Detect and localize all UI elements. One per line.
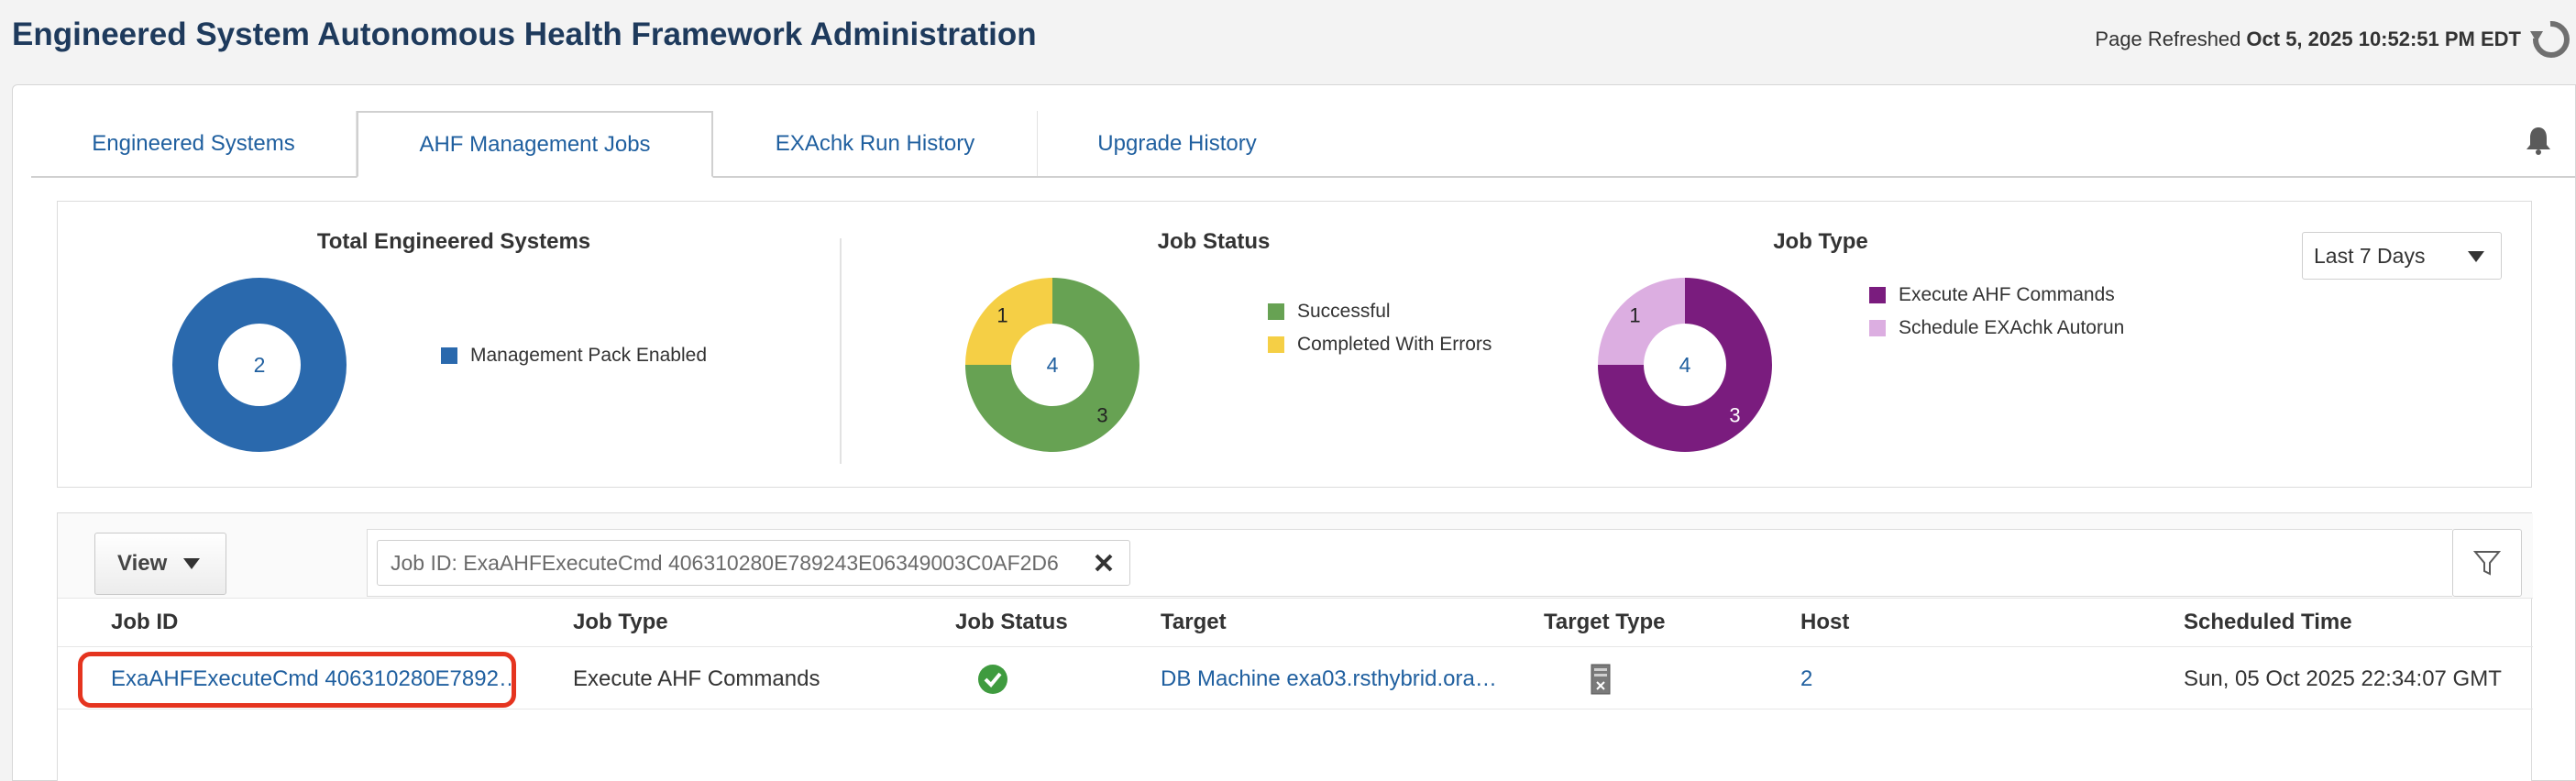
refresh-time: Oct 5, 2025 10:52:51 PM EDT — [2246, 28, 2521, 50]
job-status-donut: 3 1 4 — [965, 278, 1139, 452]
column-header-scheduled-time[interactable]: Scheduled Time — [2184, 610, 2352, 635]
legend-label: Execute AHF Commands — [1899, 284, 2115, 305]
donut-center-total: 4 — [1047, 353, 1059, 377]
column-header-job-id[interactable]: Job ID — [111, 610, 178, 635]
job-status-title: Job Status — [1157, 229, 1271, 254]
total-systems-donut: 2 — [172, 278, 347, 452]
legend-swatch — [1869, 287, 1886, 303]
job-type-donut: 3 1 4 — [1598, 278, 1772, 452]
table-toolbar: View Job ID: ExaAHFExecuteCmd 406310280E… — [58, 513, 2533, 599]
page-title: Engineered System Autonomous Health Fram… — [12, 16, 1037, 52]
host-link[interactable]: 2 — [1800, 647, 1812, 710]
view-menu-button[interactable]: View — [94, 533, 226, 595]
donut-slice[interactable] — [965, 278, 1052, 365]
job-status-legend: Successful Completed With Errors — [1268, 295, 1492, 361]
table-row: ExaAHFExecuteCmd 406310280E7892… Execute… — [58, 646, 2533, 710]
legend-label: Management Pack Enabled — [470, 345, 707, 366]
summary-charts: Total Engineered Systems 2 Management Pa… — [57, 201, 2532, 488]
legend-swatch — [441, 347, 457, 364]
refresh-label: Page Refreshed — [2095, 28, 2241, 50]
main-panel: Engineered Systems AHF Management Jobs E… — [12, 84, 2576, 781]
filter-chip: Job ID: ExaAHFExecuteCmd 406310280E78924… — [377, 540, 1130, 586]
page-refreshed-info: Page Refreshed Oct 5, 2025 10:52:51 PM E… — [2095, 18, 2576, 60]
slice-value-label: 1 — [996, 304, 1007, 327]
funnel-icon — [2473, 551, 2501, 576]
column-header-target-type[interactable]: Target Type — [1544, 610, 1665, 635]
bell-icon[interactable] — [2520, 122, 2557, 159]
view-button-label: View — [117, 551, 168, 576]
total-systems-title: Total Engineered Systems — [316, 229, 591, 254]
legend-label: Schedule EXAchk Autorun — [1899, 317, 2125, 338]
job-type-cell: Execute AHF Commands — [573, 666, 820, 691]
slice-value-label: 3 — [1096, 403, 1107, 426]
tab-ahf-management-jobs[interactable]: AHF Management Jobs — [357, 111, 713, 178]
legend-item: Completed With Errors — [1268, 328, 1492, 361]
job-id-link[interactable]: ExaAHFExecuteCmd 406310280E7892… — [111, 647, 511, 710]
column-header-job-type[interactable]: Job Type — [573, 610, 668, 635]
job-type-title: Job Type — [1773, 229, 1868, 254]
tab-engineered-systems[interactable]: Engineered Systems — [31, 111, 357, 176]
donut-slice[interactable] — [1598, 278, 1685, 365]
column-header-host[interactable]: Host — [1800, 610, 1849, 635]
legend-item: Management Pack Enabled — [441, 339, 707, 372]
filter-chip-text: Job ID: ExaAHFExecuteCmd 406310280E78924… — [391, 550, 1059, 575]
refresh-icon[interactable] — [2525, 18, 2576, 60]
jobs-table-panel: View Job ID: ExaAHFExecuteCmd 406310280E… — [57, 512, 2533, 781]
chevron-down-icon — [183, 558, 201, 569]
tab-upgrade-history[interactable]: Upgrade History — [1038, 111, 1316, 176]
success-check-icon — [974, 647, 1011, 710]
job-type-legend: Execute AHF Commands Schedule EXAchk Aut… — [1869, 279, 2124, 345]
chevron-down-icon — [2468, 251, 2484, 262]
donut-center-total: 4 — [1679, 353, 1691, 377]
filter-button[interactable] — [2452, 529, 2522, 597]
target-link[interactable]: DB Machine exa03.rsthybrid.ora… — [1161, 647, 1497, 710]
legend-item: Schedule EXAchk Autorun — [1869, 312, 2124, 345]
slice-value-label: 3 — [1729, 403, 1740, 426]
legend-label: Completed With Errors — [1297, 334, 1492, 355]
close-icon[interactable] — [1084, 543, 1124, 583]
slice-value-label: 1 — [1629, 304, 1640, 327]
donut-center-total: 2 — [254, 353, 266, 377]
filter-bar[interactable]: Job ID: ExaAHFExecuteCmd 406310280E78924… — [367, 529, 2452, 597]
tab-exachk-run-history[interactable]: EXAchk Run History — [713, 111, 1038, 176]
date-range-select[interactable]: Last 7 Days — [2302, 232, 2502, 280]
legend-item: Execute AHF Commands — [1869, 279, 2124, 312]
column-header-target[interactable]: Target — [1161, 610, 1227, 635]
date-range-value: Last 7 Days — [2314, 243, 2426, 268]
tab-bar: Engineered Systems AHF Management Jobs E… — [31, 111, 2576, 178]
legend-swatch — [1268, 303, 1284, 320]
column-header-job-status[interactable]: Job Status — [955, 610, 1068, 635]
legend-label: Successful — [1297, 301, 1391, 322]
legend-swatch — [1869, 320, 1886, 336]
server-icon — [1589, 647, 1613, 710]
legend-swatch — [1268, 336, 1284, 353]
summary-divider — [840, 238, 842, 464]
scheduled-time-cell: Sun, 05 Oct 2025 22:34:07 GMT — [2184, 666, 2502, 691]
legend-item: Successful — [1268, 295, 1492, 328]
total-systems-legend: Management Pack Enabled — [441, 339, 707, 372]
